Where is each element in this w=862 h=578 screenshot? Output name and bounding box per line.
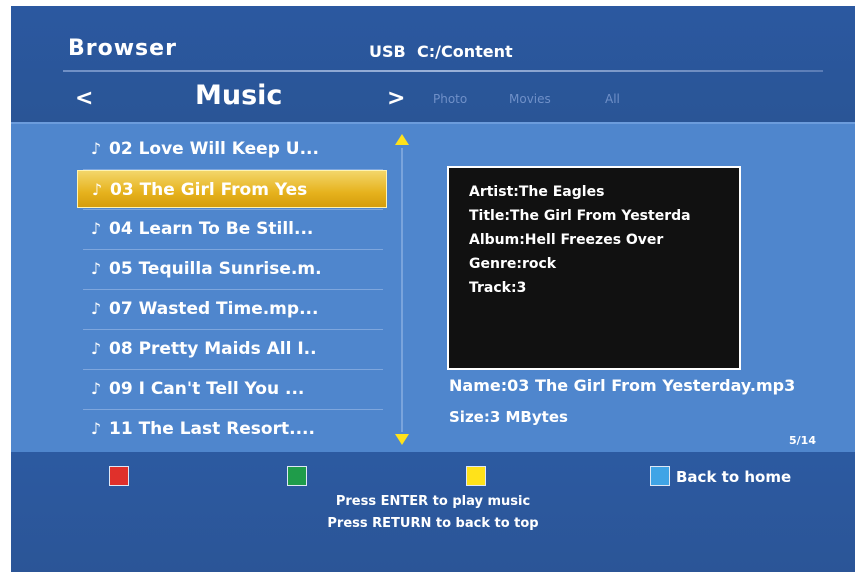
tab-movies[interactable]: Movies — [509, 92, 551, 106]
track-info: Track:3 — [469, 280, 527, 296]
list-item-label: 08 Pretty Maids All I.. — [109, 339, 317, 359]
music-note-icon: ♪ — [90, 299, 102, 318]
category-next-button[interactable]: > — [387, 86, 405, 111]
page-counter: 5/14 — [789, 434, 816, 447]
list-item[interactable]: ♪ 11 The Last Resort.... — [77, 410, 387, 448]
category-prev-button[interactable]: < — [75, 86, 93, 111]
list-item-label: 03 The Girl From Yes — [110, 180, 308, 200]
music-note-icon: ♪ — [90, 219, 102, 238]
file-list: ♪ 02 Love Will Keep U... ♪ 03 The Girl From… — [77, 130, 387, 448]
source-path: C:/Content — [417, 42, 513, 61]
file-size: Size:3 MBytes — [449, 408, 568, 426]
header: Browser USB C:/Content < Music > Photo M… — [11, 6, 855, 122]
music-note-icon: ♪ — [90, 259, 102, 278]
file-name: Name:03 The Girl From Yesterday.mp3 — [449, 376, 796, 395]
title-info: Title:The Girl From Yesterda — [469, 208, 691, 224]
green-key-icon[interactable] — [287, 466, 307, 486]
metadata-box: Artist:The Eagles Title:The Girl From Ye… — [447, 166, 741, 370]
tab-all[interactable]: All — [605, 92, 620, 106]
list-item-label: 04 Learn To Be Still... — [109, 219, 314, 239]
artist-info: Artist:The Eagles — [469, 184, 605, 200]
list-item-label: 07 Wasted Time.mp... — [109, 299, 319, 319]
list-item[interactable]: ♪ 07 Wasted Time.mp... — [77, 290, 387, 328]
tab-photo[interactable]: Photo — [433, 92, 467, 106]
content-panel: ♪ 02 Love Will Keep U... ♪ 03 The Girl From… — [11, 122, 855, 454]
red-key-icon[interactable] — [109, 466, 129, 486]
media-browser-screen: Browser USB C:/Content < Music > Photo M… — [11, 6, 855, 572]
music-note-icon: ♪ — [90, 139, 102, 158]
current-category[interactable]: Music — [195, 80, 282, 111]
source-label: USB — [369, 42, 406, 61]
list-item[interactable]: ♪ 04 Learn To Be Still... — [77, 210, 387, 248]
list-item-label: 11 The Last Resort.... — [109, 419, 315, 439]
back-to-home-label[interactable]: Back to home — [676, 468, 791, 486]
header-divider — [63, 70, 823, 72]
list-item[interactable]: ♪ 02 Love Will Keep U... — [77, 130, 387, 168]
list-item-label: 09 I Can't Tell You ... — [109, 379, 305, 399]
hint-enter: Press ENTER to play music — [335, 494, 531, 509]
music-note-icon: ♪ — [91, 180, 103, 199]
scroll-up-arrow-icon[interactable] — [395, 134, 409, 145]
scroll-down-arrow-icon[interactable] — [395, 434, 409, 445]
genre-info: Genre:rock — [469, 256, 557, 272]
list-item[interactable]: ♪ 09 I Can't Tell You ... — [77, 370, 387, 408]
list-item[interactable]: ♪ 05 Tequilla Sunrise.m. — [77, 250, 387, 288]
list-item-label: 02 Love Will Keep U... — [109, 139, 319, 159]
music-note-icon: ♪ — [90, 379, 102, 398]
list-item-label: 05 Tequilla Sunrise.m. — [109, 259, 322, 279]
album-info: Album:Hell Freezes Over — [469, 232, 664, 248]
list-item[interactable]: ♪ 03 The Girl From Yes — [77, 170, 387, 208]
list-item[interactable]: ♪ 08 Pretty Maids All I.. — [77, 330, 387, 368]
app-title: Browser — [68, 36, 177, 61]
scrollbar-track[interactable] — [401, 148, 403, 432]
blue-key-icon[interactable] — [650, 466, 670, 486]
music-note-icon: ♪ — [90, 419, 102, 438]
yellow-key-icon[interactable] — [466, 466, 486, 486]
hint-return: Press RETURN to back to top — [327, 516, 539, 531]
music-note-icon: ♪ — [90, 339, 102, 358]
footer: Back to home Press ENTER to play music P… — [11, 452, 855, 572]
